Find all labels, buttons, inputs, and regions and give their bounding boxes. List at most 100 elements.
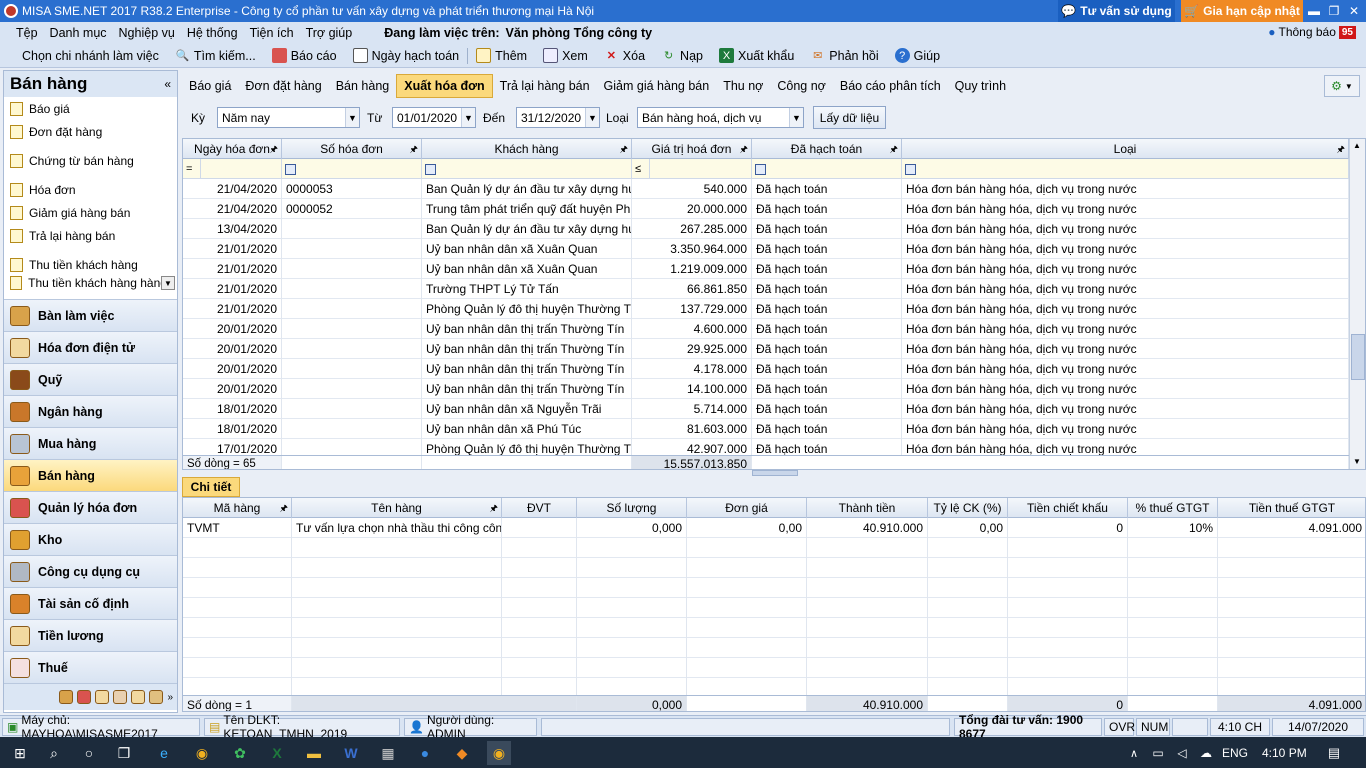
table-row[interactable]: 21/01/2020 Uỷ ban nhân dân xã Xuân Quan 1.…: [183, 259, 1349, 279]
sidebar-item-hoa-don[interactable]: Hóa đơn: [4, 178, 177, 201]
minimize-button[interactable]: ▬: [1304, 0, 1324, 22]
tab-tra-lai[interactable]: Trả lại hàng bán: [493, 75, 597, 97]
empty-row[interactable]: [183, 638, 1365, 658]
tab-bao-gia[interactable]: Báo giá: [182, 75, 238, 97]
empty-row[interactable]: [183, 598, 1365, 618]
filter-so-hoa-don[interactable]: [282, 159, 422, 179]
tab-chi-tiet[interactable]: Chi tiết: [182, 477, 240, 497]
tab-xuat-hoa-don[interactable]: Xuất hóa đơn: [396, 74, 493, 98]
xem-button[interactable]: Xem: [535, 48, 596, 63]
tab-cong-no[interactable]: Công nợ: [770, 75, 833, 97]
excel-icon[interactable]: X: [265, 741, 289, 765]
detail-row[interactable]: TVMT Tư vấn lựa chọn nhà thầu thi công cô…: [183, 518, 1365, 538]
col-ngay-hoa-don[interactable]: Ngày hóa đơn 🖈: [183, 139, 282, 159]
ky-select[interactable]: Năm nay ▼: [217, 107, 360, 128]
table-row[interactable]: 18/01/2020 Uỷ ban nhân dân xã Nguyễn Trãi…: [183, 399, 1349, 419]
table-row[interactable]: 21/04/2020 0000053 Ban Quản lý dự án đầu t…: [183, 179, 1349, 199]
nap-button[interactable]: ↻ Nạp: [653, 48, 711, 63]
mini-invoice-icon[interactable]: [77, 690, 92, 704]
pin-icon[interactable]: 🖈: [890, 142, 898, 158]
dcol-ma-hang[interactable]: Mã hàng 🖈: [183, 498, 292, 518]
filter-op-eq[interactable]: =: [183, 159, 201, 179]
table-row[interactable]: 21/01/2020 Uỷ ban nhân dân xã Xuân Quan 3.…: [183, 239, 1349, 259]
table-row[interactable]: 20/01/2020 Uỷ ban nhân dân thị trấn Thườn…: [183, 319, 1349, 339]
chrome-icon[interactable]: ◉: [190, 741, 214, 765]
sidebar-item-thu-tien[interactable]: Thu tiền khách hàng: [4, 253, 177, 276]
zalo-icon[interactable]: ●: [413, 741, 437, 765]
pin-icon[interactable]: 🖈: [270, 142, 278, 158]
table-row[interactable]: 21/01/2020 Phòng Quản lý đô thị huyện Thư…: [183, 299, 1349, 319]
pin-icon[interactable]: 🖈: [490, 501, 498, 517]
menu-tien-ich[interactable]: Tiện ích: [244, 26, 300, 40]
settings-button[interactable]: ⚙ ▼: [1324, 75, 1360, 97]
ngay-hach-toan-button[interactable]: Ngày hạch toán: [345, 48, 468, 63]
them-button[interactable]: Thêm: [468, 48, 535, 63]
nav-ban-lam-viec[interactable]: Bàn làm việc: [4, 299, 177, 331]
mini-desk-icon[interactable]: [59, 690, 74, 704]
chon-chi-nhanh-button[interactable]: Chọn chi nhánh làm việc: [0, 49, 167, 63]
xoa-button[interactable]: ✕ Xóa: [596, 48, 653, 63]
sidebar-item-bao-gia[interactable]: Báo giá: [4, 97, 177, 120]
dcol-thanh-tien[interactable]: Thành tiền: [807, 498, 928, 518]
pin-icon[interactable]: 🖈: [740, 142, 748, 158]
sidebar-item-giam-gia[interactable]: Giảm giá hàng bán: [4, 201, 177, 224]
taskbar-clock[interactable]: 4:10 PM: [1262, 746, 1307, 760]
scroll-up-icon[interactable]: ▲: [1353, 141, 1361, 150]
tim-kiem-button[interactable]: 🔍 Tìm kiếm...: [167, 48, 264, 63]
dcol-tien-chiet-khau[interactable]: Tiền chiết khấu: [1008, 498, 1128, 518]
sidebar-item-thu-tien-hang-loat[interactable]: Thu tiền khách hàng hàng loạt▼: [4, 276, 177, 290]
chevron-up-icon[interactable]: ∧: [1122, 741, 1146, 765]
nav-mua-hang[interactable]: Mua hàng: [4, 427, 177, 459]
empty-row[interactable]: [183, 618, 1365, 638]
col-gia-tri[interactable]: Giá trị hoá đơn 🖈: [632, 139, 752, 159]
filter-op-le[interactable]: ≤: [632, 159, 650, 179]
menu-tep[interactable]: Tệp: [10, 26, 44, 40]
folder-icon[interactable]: ▬: [302, 741, 326, 765]
phan-hoi-button[interactable]: ✉ Phản hồi: [802, 48, 886, 63]
mini-box-icon[interactable]: [149, 690, 164, 704]
tu-date-field[interactable]: 01/01/2020 ▼: [392, 107, 476, 128]
app-icon[interactable]: ✿: [228, 741, 252, 765]
onedrive-icon[interactable]: ☁: [1194, 741, 1218, 765]
sidebar-item-chung-tu-ban-hang[interactable]: Chứng từ bán hàng: [4, 149, 177, 172]
sidebar-item-tra-lai[interactable]: Trả lại hàng bán: [4, 224, 177, 247]
word-icon[interactable]: W: [339, 741, 363, 765]
tab-giam-gia[interactable]: Giảm giá hàng bán: [597, 75, 717, 97]
gia-han-button[interactable]: 🛒 Gia hạn cập nhật: [1181, 0, 1303, 22]
collapse-icon[interactable]: «: [164, 77, 171, 91]
dcol-so-luong[interactable]: Số lượng: [577, 498, 687, 518]
menu-tro-giup[interactable]: Trợ giúp: [300, 26, 359, 40]
empty-row[interactable]: [183, 538, 1365, 558]
tab-ban-hang[interactable]: Bán hàng: [329, 75, 397, 97]
tab-thu-no[interactable]: Thu nợ: [716, 75, 770, 97]
menu-he-thong[interactable]: Hệ thống: [181, 26, 244, 40]
table-row[interactable]: 20/01/2020 Uỷ ban nhân dân thị trấn Thườn…: [183, 379, 1349, 399]
tu-van-button[interactable]: 💬 Tư vấn sử dụng: [1058, 0, 1175, 22]
empty-row[interactable]: [183, 558, 1365, 578]
volume-icon[interactable]: ◁: [1170, 741, 1194, 765]
empty-row[interactable]: [183, 578, 1365, 598]
nav-ngan-hang[interactable]: Ngân hàng: [4, 395, 177, 427]
tab-bao-cao-phan-tich[interactable]: Báo cáo phân tích: [833, 75, 948, 97]
splitter-handle[interactable]: [752, 470, 798, 476]
table-row[interactable]: 21/01/2020 Trường THPT Lý Tử Tấn 66.861.85…: [183, 279, 1349, 299]
windows-start-icon[interactable]: ⊞: [8, 741, 32, 765]
pin-icon[interactable]: 🖈: [620, 142, 628, 158]
filter-gia-tri[interactable]: [650, 159, 752, 179]
maximize-button[interactable]: ❐: [1324, 0, 1344, 22]
tab-quy-trinh[interactable]: Quy trình: [948, 75, 1013, 97]
xuat-khau-button[interactable]: X Xuất khẩu: [711, 48, 802, 63]
search-icon[interactable]: ⌕: [42, 741, 66, 765]
grid-scrollbar[interactable]: ▲ ▼: [1349, 139, 1365, 469]
nav-cong-cu-dung-cu[interactable]: Công cụ dụng cụ: [4, 555, 177, 587]
filter-loai[interactable]: [902, 159, 1349, 179]
col-loai[interactable]: Loại 🖈: [902, 139, 1349, 159]
dcol-tien-thue-gtgt[interactable]: Tiền thuế GTGT: [1218, 498, 1365, 518]
nav-thue[interactable]: Thuế: [4, 651, 177, 683]
dcol-dvt[interactable]: ĐVT: [502, 498, 577, 518]
dcol-ty-le-ck[interactable]: Tỷ lệ CK (%): [928, 498, 1008, 518]
network-icon[interactable]: ▭: [1146, 741, 1170, 765]
sidebar-item-don-dat-hang[interactable]: Đơn đặt hàng: [4, 120, 177, 143]
nav-tai-san-co-dinh[interactable]: Tài sản cố định: [4, 587, 177, 619]
scroll-down-icon[interactable]: ▼: [161, 276, 175, 290]
